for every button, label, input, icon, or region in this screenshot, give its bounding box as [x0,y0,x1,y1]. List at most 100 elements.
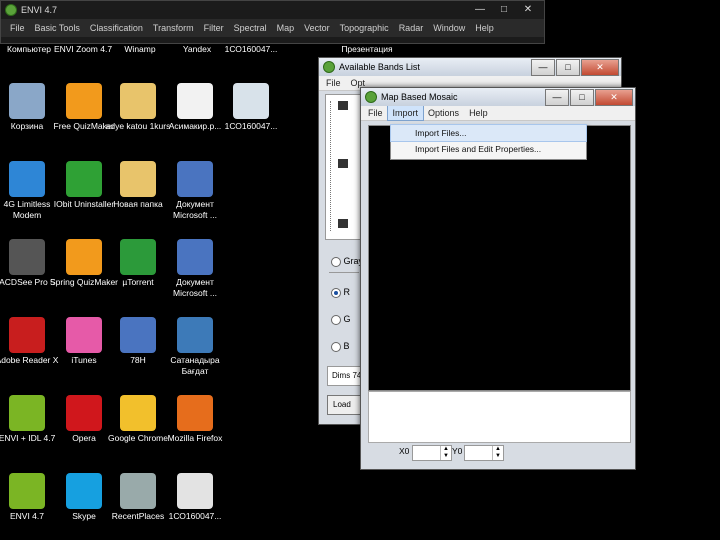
minimize-icon[interactable]: — [531,59,555,76]
envi-idl-icon [9,395,45,431]
desktop-icon[interactable]: Mozilla Firefox [158,395,232,444]
menu-file[interactable]: File [5,21,30,35]
menu-filter[interactable]: Filter [199,21,229,35]
close-icon[interactable]: ✕ [595,89,633,106]
modem-4g-icon [9,161,45,197]
quizmaker-icon [66,83,102,119]
quizmaker-icon [66,239,102,275]
envi-icon [9,473,45,509]
bands-title: Available Bands List [339,62,420,72]
envi-app-icon [365,91,377,103]
r-option[interactable]: R [331,287,350,298]
b-option[interactable]: B [331,341,350,352]
mosaic-titlebar: Map Based Mosaic — □ ✕ [361,88,635,106]
desktop-icon-label: Документ Microsoft ... [173,199,217,220]
menu-topographic[interactable]: Topographic [335,21,394,35]
itunes-icon [66,317,102,353]
desktop-icon-label: 1СО160047... [168,511,222,521]
envi-menubar: File Basic Tools Classification Transfor… [1,19,544,37]
menu-basic-tools[interactable]: Basic Tools [30,21,85,35]
word-document-icon [120,317,156,353]
b-radio[interactable] [331,341,341,352]
close-icon[interactable]: ✕ [516,3,540,17]
menu-window[interactable]: Window [428,21,470,35]
mosaic-menu-file[interactable]: File [363,106,388,120]
camera-icon [9,239,45,275]
import-files-item[interactable]: Import Files... [390,124,587,142]
g-label: G [343,314,351,324]
document-icon [177,83,213,119]
mosaic-menubar: File Import Options Help [361,105,635,121]
menu-map[interactable]: Map [272,21,300,35]
chrome-icon [120,395,156,431]
menu-radar[interactable]: Radar [394,21,429,35]
menu-spectral[interactable]: Spectral [229,21,272,35]
r-radio[interactable] [331,287,341,298]
menu-classification[interactable]: Classification [85,21,148,35]
b-label: B [343,341,350,351]
minimize-icon[interactable]: — [468,3,492,17]
g-radio[interactable] [331,314,341,325]
x0-label: X0 [399,446,410,456]
gray-option[interactable]: Gray [331,256,363,267]
band-file-icon [338,101,348,110]
band-file-icon [338,219,348,228]
desktop-icon[interactable]: Документ Microsoft ... [158,239,232,299]
y0-input[interactable]: ▲ ▼ [464,445,504,461]
close-icon[interactable]: ✕ [581,59,619,76]
x0-input[interactable]: ▲ ▼ [412,445,452,461]
skype-icon [66,473,102,509]
disk-image-icon [177,473,213,509]
desktop-icon[interactable]: 1СО160047... [158,473,232,522]
firefox-icon [177,395,213,431]
mosaic-menu-help[interactable]: Help [464,106,493,120]
envi-title: ENVI 4.7 [21,5,58,15]
word-document-icon [177,161,213,197]
desktop-icon[interactable]: Сатанадыра Бағдат [158,317,232,377]
maximize-icon[interactable]: □ [570,89,594,106]
recycle-bin-icon [9,83,45,119]
desktop-icon-label: Документ Microsoft ... [173,277,217,298]
r-label: R [343,287,351,297]
maximize-icon[interactable]: □ [556,59,580,76]
desktop-icon-label: Mozilla Firefox [167,433,223,443]
desktop-icon[interactable]: Документ Microsoft ... [158,161,232,221]
menu-help[interactable]: Help [470,21,499,35]
minimize-icon[interactable]: — [545,89,569,106]
adobe-reader-icon [9,317,45,353]
envi-app-icon [5,4,17,16]
desktop-label-file[interactable]: 1СО160047... [214,44,288,55]
envi-app-icon [323,61,335,73]
opera-icon [66,395,102,431]
recent-places-icon [120,473,156,509]
folder-icon [120,161,156,197]
bands-menu-file[interactable]: File [321,76,346,90]
y0-label: Y0 [452,446,463,456]
iobit-icon [66,161,102,197]
spin-arrows-icon[interactable]: ▲ ▼ [492,446,503,460]
spin-arrows-icon[interactable]: ▲ ▼ [440,446,451,460]
g-option[interactable]: G [331,314,351,325]
mosaic-menu-import[interactable]: Import [386,105,425,121]
desktop-icon-label: 1СО160047... [224,121,278,131]
band-file-icon [338,159,348,168]
mosaic-file-list[interactable] [368,391,631,443]
image-file-icon [233,83,269,119]
mosaic-canvas[interactable] [368,125,631,391]
mosaic-menu-options[interactable]: Options [423,106,464,120]
menu-transform[interactable]: Transform [148,21,199,35]
maximize-icon[interactable]: □ [492,3,516,17]
envi-titlebar: ENVI 4.7 — □ ✕ [1,1,544,19]
menu-vector[interactable]: Vector [299,21,335,35]
desktop-icon[interactable]: 1СО160047... [214,83,288,132]
envi-main-window: ENVI 4.7 — □ ✕ File Basic Tools Classifi… [0,0,545,44]
desktop-icon-label: Сатанадыра Бағдат [170,355,220,376]
gray-radio[interactable] [331,256,341,267]
divider [329,272,359,273]
tree-line [330,101,332,231]
bands-tree[interactable] [325,94,361,240]
import-dropdown: Import Files... Import Files and Edit Pr… [390,124,587,160]
import-files-edit-item[interactable]: Import Files and Edit Properties... [391,141,586,157]
desktop-label-presentation[interactable]: Презентация [330,44,404,55]
utorrent-icon [120,239,156,275]
